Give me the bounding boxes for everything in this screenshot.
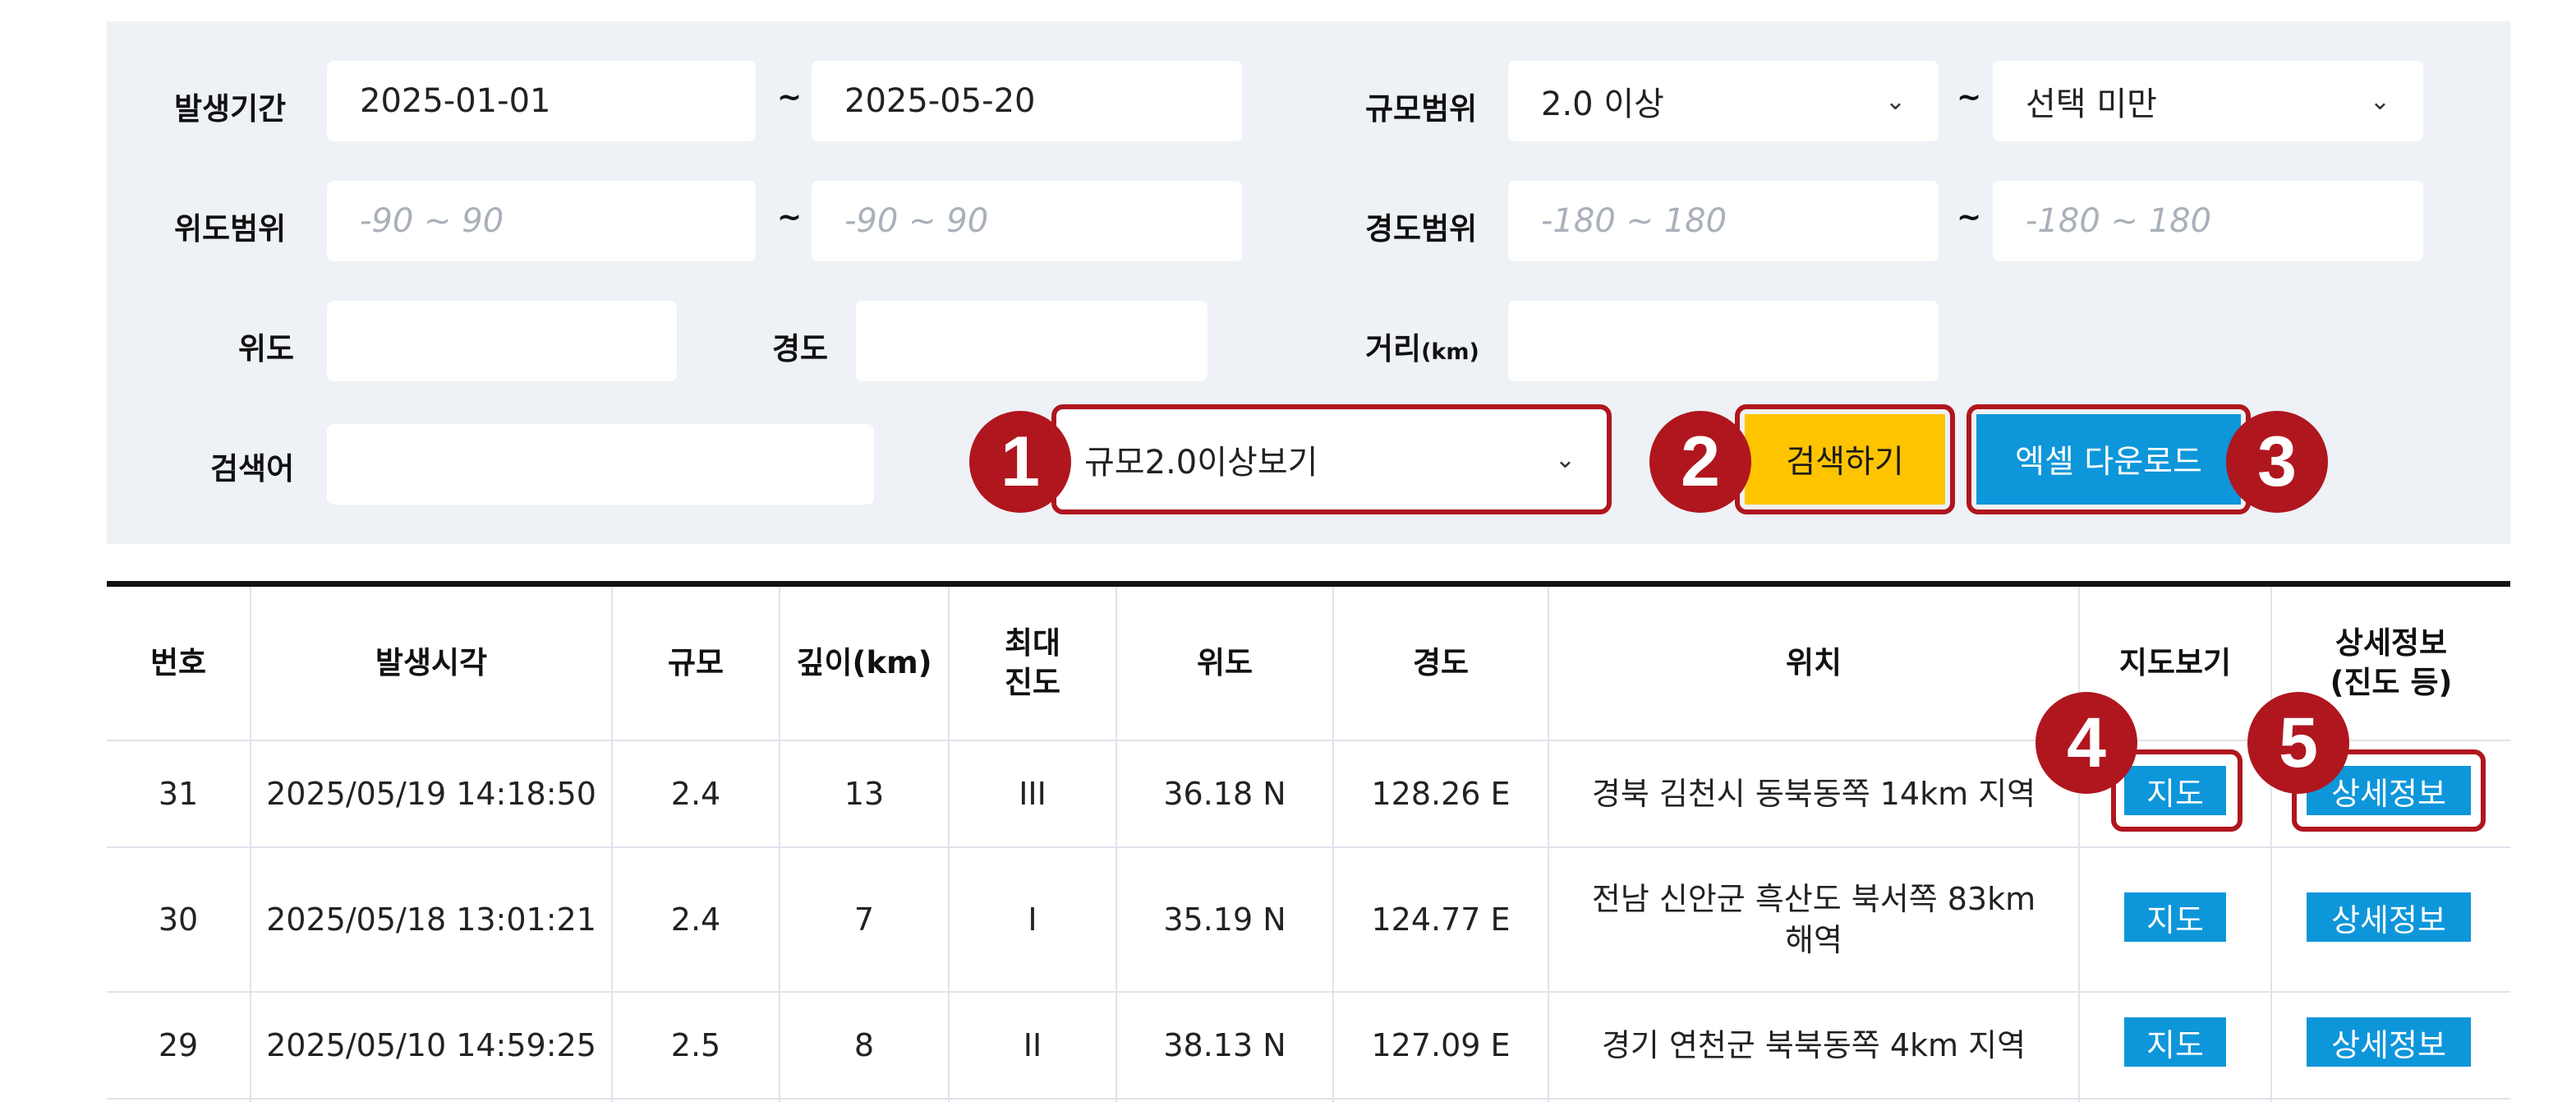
header-lon: 경도 <box>1412 645 1470 680</box>
chevron-down-icon: ⌄ <box>1884 86 1906 116</box>
lat-tilde: ~ <box>777 201 803 234</box>
highlight-box-1 <box>1051 404 1612 514</box>
cell-depth: 13 <box>844 776 885 812</box>
magnitude-from-select[interactable]: 2.0 이상 ⌄ <box>1508 61 1939 141</box>
lat-input[interactable] <box>327 301 677 381</box>
header-depth: 깊이(km) <box>796 645 932 680</box>
distance-input[interactable] <box>1508 301 1939 381</box>
cell-lat: 36.18 N <box>1163 776 1286 812</box>
period-tilde: ~ <box>777 81 803 114</box>
lon-to-input[interactable]: -180 ~ 180 <box>1993 181 2423 261</box>
magnitude-tilde: ~ <box>1957 81 1982 114</box>
cell-location: 전남 신안군 흑산도 북서쪽 83km 해역 <box>1591 881 2036 958</box>
distance-label-text: 거리 <box>1365 331 1422 367</box>
cell-lat: 35.19 N <box>1163 901 1286 938</box>
cell-no: 31 <box>158 776 199 812</box>
lon-tilde: ~ <box>1957 201 1982 234</box>
detail-button[interactable]: 상세정보 <box>2307 1017 2471 1067</box>
cell-magnitude: 2.4 <box>670 776 721 812</box>
map-button[interactable]: 지도 <box>2124 892 2226 942</box>
annotation-badge-4: 4 <box>2036 692 2137 794</box>
magnitude-to-select[interactable]: 선택 미만 ⌄ <box>1993 61 2423 141</box>
cell-lon: 124.77 E <box>1371 901 1511 938</box>
lat-from-input[interactable]: -90 ~ 90 <box>327 181 756 261</box>
annotation-badge-1: 1 <box>969 411 1071 513</box>
cell-time: 2025/05/19 14:18:50 <box>266 776 596 812</box>
cell-intensity: II <box>1023 1027 1042 1063</box>
lat-label: 위도 <box>238 331 295 367</box>
magnitude-label: 규모범위 <box>1365 91 1478 127</box>
distance-label: 거리(km) <box>1365 324 1479 368</box>
period-label: 발생기간 <box>174 91 287 127</box>
annotation-badge-2: 2 <box>1649 411 1751 513</box>
cell-intensity: I <box>1028 901 1037 938</box>
table-top-border <box>107 581 2510 587</box>
cell-depth: 7 <box>853 901 875 938</box>
distance-unit: (km) <box>1421 339 1479 365</box>
cell-location: 경기 연천군 북북동쪽 4km 지역 <box>1601 1027 2026 1063</box>
magnitude-to-value: 선택 미만 <box>2026 85 2157 123</box>
annotation-badge-3: 3 <box>2226 411 2328 513</box>
header-intensity-line2: 진도 <box>1004 665 1061 700</box>
header-intensity-line1: 최대 <box>1004 625 1061 661</box>
lon-label: 경도 <box>772 331 829 367</box>
cell-lat: 38.13 N <box>1163 1027 1286 1063</box>
chevron-down-icon: ⌄ <box>2369 86 2390 116</box>
header-no: 번호 <box>150 645 207 680</box>
highlight-box-2 <box>1735 404 1955 514</box>
highlight-box-3 <box>1966 404 2251 514</box>
lon-range-label: 경도범위 <box>1365 211 1478 247</box>
cell-time: 2025/05/18 13:01:21 <box>266 901 596 938</box>
lat-range-label: 위도범위 <box>174 211 287 247</box>
cell-depth: 8 <box>853 1027 875 1063</box>
header-magnitude: 규모 <box>667 645 724 680</box>
map-button[interactable]: 지도 <box>2124 1017 2226 1067</box>
cell-location: 경북 김천시 동북동쪽 14km 지역 <box>1591 776 2036 812</box>
period-to-input[interactable]: 2025-05-20 <box>812 61 1242 141</box>
keyword-label: 검색어 <box>210 451 295 486</box>
lon-input[interactable] <box>856 301 1208 381</box>
cell-no: 30 <box>158 901 199 938</box>
cell-no: 29 <box>158 1027 199 1063</box>
cell-lon: 127.09 E <box>1371 1027 1511 1063</box>
header-intensity: 최대 진도 <box>950 587 1116 740</box>
header-detail-line1: 상세정보 <box>2334 625 2448 661</box>
keyword-input[interactable] <box>327 424 874 505</box>
lat-to-input[interactable]: -90 ~ 90 <box>812 181 1242 261</box>
cell-lon: 128.26 E <box>1371 776 1511 812</box>
lon-from-input[interactable]: -180 ~ 180 <box>1508 181 1939 261</box>
cell-magnitude: 2.5 <box>670 1027 721 1063</box>
cell-intensity: III <box>1019 776 1046 812</box>
row-divider <box>107 1098 2510 1100</box>
cell-magnitude: 2.4 <box>670 901 721 938</box>
header-location: 위치 <box>1785 645 1842 680</box>
header-lat: 위도 <box>1196 645 1254 680</box>
cell-time: 2025/05/10 14:59:25 <box>266 1027 596 1063</box>
header-detail-line2: (진도 등) <box>2330 665 2453 700</box>
detail-button[interactable]: 상세정보 <box>2307 892 2471 942</box>
annotation-badge-5: 5 <box>2247 692 2349 794</box>
header-time: 발생시각 <box>375 645 488 680</box>
magnitude-from-value: 2.0 이상 <box>1541 85 1664 123</box>
period-from-input[interactable]: 2025-01-01 <box>327 61 756 141</box>
